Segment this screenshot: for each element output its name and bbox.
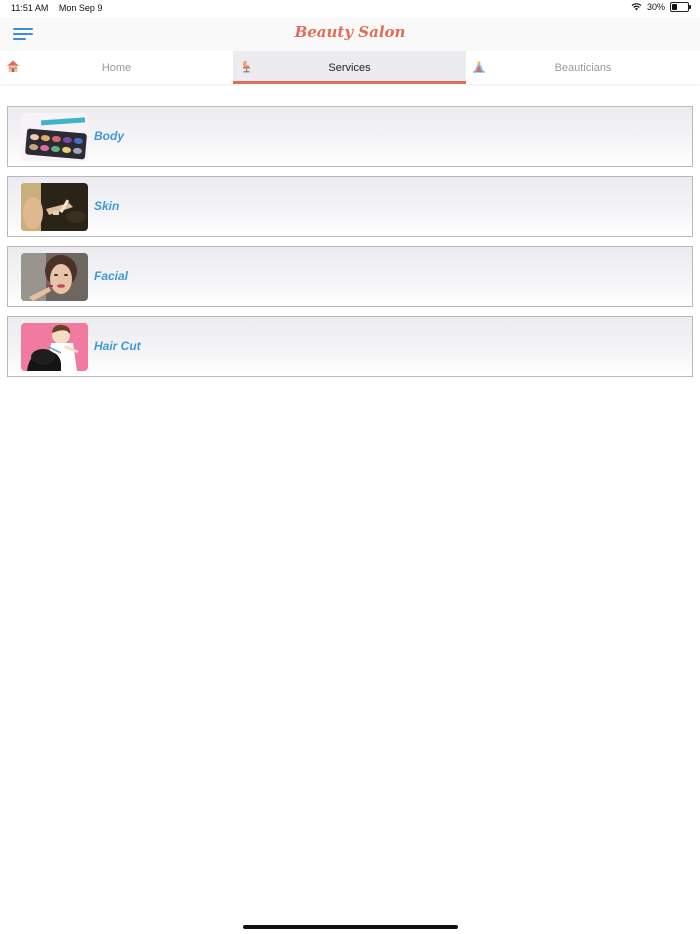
tab-home-label: Home (101, 61, 132, 74)
makeup-palette-image (21, 113, 88, 161)
service-label-hair-cut: Hair Cut (94, 339, 141, 353)
status-bar: 11:51 AM Mon Sep 9 30% (0, 0, 700, 18)
service-row-skin[interactable]: Skin (7, 176, 693, 237)
status-left: 11:51 AM Mon Sep 9 (11, 3, 110, 13)
service-row-body[interactable]: Body (7, 106, 693, 167)
salon-chair-icon (243, 61, 250, 73)
home-indicator[interactable] (243, 925, 458, 929)
page-title: Beauty Salon (294, 23, 406, 41)
service-label-body: Body (94, 129, 124, 143)
tab-home[interactable]: Home (0, 51, 233, 84)
battery-percent: 30% (646, 2, 665, 12)
service-list: Body Skin Facial Hair Cut (7, 106, 693, 386)
tab-services[interactable]: Services (233, 51, 466, 84)
service-label-skin: Skin (94, 199, 120, 213)
tab-beauticians-label: Beauticians (554, 61, 612, 74)
battery-icon (670, 2, 691, 12)
hair-cut-illustration (21, 323, 88, 371)
service-label-facial: Facial (94, 269, 129, 283)
lipstick-face-image (21, 253, 88, 301)
tab-beauticians[interactable]: Beauticians (466, 51, 700, 84)
battery-level (672, 4, 677, 10)
makeup-application-image (21, 183, 88, 231)
wifi-icon (631, 3, 642, 11)
battery-tip (689, 5, 691, 9)
service-row-facial[interactable]: Facial (7, 246, 693, 307)
tab-services-label: Services (328, 61, 371, 74)
tab-bar: Home Services Beauticians (0, 51, 700, 84)
status-right: 30% (631, 2, 691, 12)
status-date: Mon Sep 9 (58, 3, 103, 13)
beautician-icon (473, 61, 485, 73)
status-time: 11:51 AM (11, 3, 49, 13)
navigation-bar: Beauty Salon (0, 18, 700, 52)
service-row-hair-cut[interactable]: Hair Cut (7, 316, 693, 377)
house-icon (7, 60, 19, 72)
